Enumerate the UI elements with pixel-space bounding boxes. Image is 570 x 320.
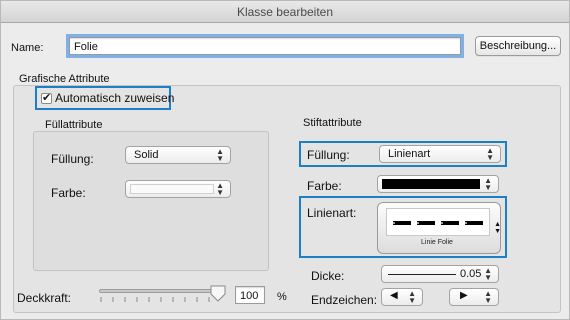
- popup-arrows-icon: ▲ ▼: [408, 289, 416, 305]
- pen-fill-popup[interactable]: Linienart ▲ ▼: [379, 145, 501, 163]
- fill-color-label: Farbe:: [51, 186, 86, 200]
- linetype-name: Linie Folie: [421, 239, 453, 246]
- linetype-preview-line: [393, 221, 485, 225]
- graphics-attributes-title: Grafische Attribute: [19, 73, 110, 85]
- opacity-slider[interactable]: [99, 285, 229, 305]
- fill-type-value: Solid: [134, 149, 159, 161]
- auto-assign-checkbox[interactable]: ✔: [41, 92, 52, 104]
- pen-fill-row: Füllung: Linienart ▲ ▼: [299, 141, 507, 167]
- window-title: Klasse bearbeiten: [1, 1, 569, 23]
- fill-fill-label: Füllung:: [51, 152, 94, 166]
- linetype-preview: [386, 208, 490, 236]
- auto-assign-checkbox-row[interactable]: ✔ Automatisch zuweisen: [35, 86, 175, 110]
- description-button[interactable]: Beschreibung...: [475, 36, 561, 56]
- pen-linetype-row: Linienart: Linie Folie ▲ ▼: [299, 196, 507, 258]
- endmark-start-icon: ◀: [390, 290, 398, 301]
- pen-fill-label: Füllung:: [307, 148, 350, 162]
- pen-color-swatch: [382, 179, 480, 189]
- popup-arrows-icon: ▲ ▼: [484, 266, 492, 282]
- popup-arrows-icon: ▲ ▼: [494, 221, 501, 235]
- name-label: Name:: [11, 42, 44, 54]
- endmark-start-popup[interactable]: ◀ ▲ ▼: [381, 288, 423, 306]
- edit-class-dialog: Klasse bearbeiten Name: Folie Beschreibu…: [0, 0, 570, 320]
- fill-type-popup[interactable]: Solid ▲ ▼: [125, 146, 231, 164]
- pen-fill-value: Linienart: [388, 148, 431, 160]
- opacity-slider-knob[interactable]: [209, 285, 227, 303]
- thickness-label: Dicke:: [311, 269, 345, 283]
- pen-linetype-label: Linienart:: [307, 206, 357, 220]
- popup-arrows-icon: ▲ ▼: [486, 146, 494, 162]
- opacity-label: Deckkraft:: [17, 291, 72, 305]
- popup-arrows-icon: ▲ ▼: [216, 147, 224, 163]
- popup-arrows-icon: ▲ ▼: [484, 289, 492, 305]
- thickness-popup[interactable]: 0.05 ▲ ▼: [381, 265, 499, 283]
- popup-arrows-icon: ▲ ▼: [216, 181, 224, 197]
- fill-attributes-title: Füllattribute: [45, 119, 103, 131]
- opacity-input[interactable]: 100: [235, 286, 265, 304]
- opacity-slider-track: [99, 289, 221, 293]
- opacity-unit: %: [277, 291, 287, 303]
- fill-color-popup[interactable]: ▲ ▼: [125, 180, 231, 198]
- endmark-end-popup[interactable]: ▶ ▲ ▼: [449, 288, 499, 306]
- pen-linetype-popup[interactable]: Linie Folie ▲ ▼: [377, 202, 501, 254]
- pen-attributes-title: Stiftattribute: [303, 117, 362, 129]
- endmarks-label: Endzeichen:: [311, 293, 378, 307]
- auto-assign-label: Automatisch zuweisen: [55, 91, 175, 105]
- pen-color-label: Farbe:: [307, 179, 342, 193]
- endmark-end-icon: ▶: [460, 290, 468, 301]
- fill-color-swatch: [130, 184, 214, 194]
- thickness-value: 0.05: [460, 268, 482, 280]
- pen-color-popup[interactable]: ▲ ▼: [377, 175, 499, 193]
- name-input[interactable]: Folie: [66, 34, 464, 58]
- popup-arrows-icon: ▲ ▼: [484, 176, 492, 192]
- thickness-preview-line: [388, 274, 456, 275]
